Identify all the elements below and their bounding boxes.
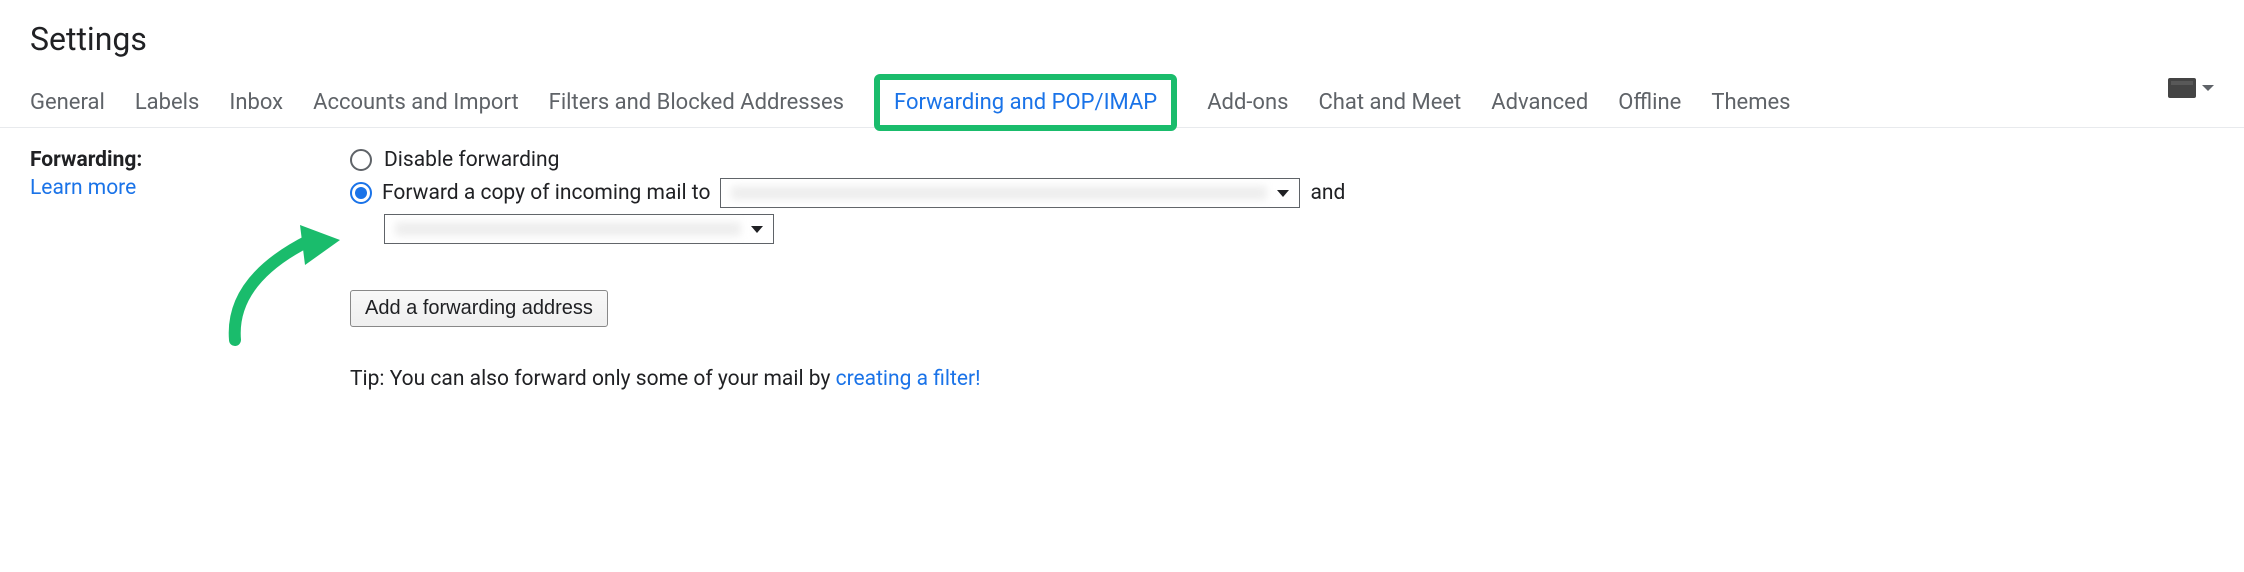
disable-forwarding-label: Disable forwarding (384, 148, 559, 172)
input-tools-dropdown[interactable] (2168, 78, 2214, 98)
forward-copy-row: Forward a copy of incoming mail to and (350, 178, 2214, 208)
tab-accounts-and-import[interactable]: Accounts and Import (313, 78, 519, 127)
tip-prefix: Tip: You can also forward only some of y… (350, 367, 836, 391)
tab-forwarding-pop-imap[interactable]: Forwarding and POP/IMAP (894, 90, 1157, 115)
tab-themes[interactable]: Themes (1711, 78, 1790, 127)
tab-filters-blocked[interactable]: Filters and Blocked Addresses (549, 78, 844, 127)
forwarding-settings: Disable forwarding Forward a copy of inc… (350, 148, 2214, 391)
settings-content: Forwarding: Learn more Disable forwardin… (0, 128, 2244, 411)
redacted-value (731, 186, 1267, 200)
chevron-down-icon (751, 226, 763, 233)
tab-general[interactable]: General (30, 78, 105, 127)
create-filter-link[interactable]: creating a filter! (836, 367, 981, 391)
forward-action-select[interactable] (384, 214, 774, 244)
forward-copy-radio[interactable] (350, 182, 372, 204)
tab-chat-and-meet[interactable]: Chat and Meet (1318, 78, 1461, 127)
chevron-down-icon (1277, 190, 1289, 197)
disable-forwarding-row: Disable forwarding (350, 148, 2214, 172)
learn-more-link[interactable]: Learn more (30, 176, 290, 200)
page-title: Settings (0, 0, 2244, 78)
add-forwarding-address-button[interactable]: Add a forwarding address (350, 290, 608, 327)
tab-advanced[interactable]: Advanced (1491, 78, 1588, 127)
tip-text: Tip: You can also forward only some of y… (350, 367, 2214, 391)
tab-add-ons[interactable]: Add-ons (1207, 78, 1288, 127)
and-text: and (1310, 181, 1345, 205)
forward-copy-label: Forward a copy of incoming mail to (382, 181, 710, 205)
redacted-value (395, 222, 741, 236)
tab-labels[interactable]: Labels (135, 78, 200, 127)
forwarding-section-label: Forwarding: (30, 148, 142, 172)
chevron-down-icon (2202, 85, 2214, 91)
forward-action-row (384, 214, 2214, 244)
disable-forwarding-radio[interactable] (350, 149, 372, 171)
settings-tabs: General Labels Inbox Accounts and Import… (0, 78, 2244, 128)
tab-offline[interactable]: Offline (1618, 78, 1681, 127)
section-sidebar: Forwarding: Learn more (30, 148, 290, 391)
keyboard-icon (2168, 78, 2196, 98)
tab-inbox[interactable]: Inbox (229, 78, 283, 127)
tab-highlight-annotation: Forwarding and POP/IMAP (874, 74, 1177, 131)
forward-address-select[interactable] (720, 178, 1300, 208)
